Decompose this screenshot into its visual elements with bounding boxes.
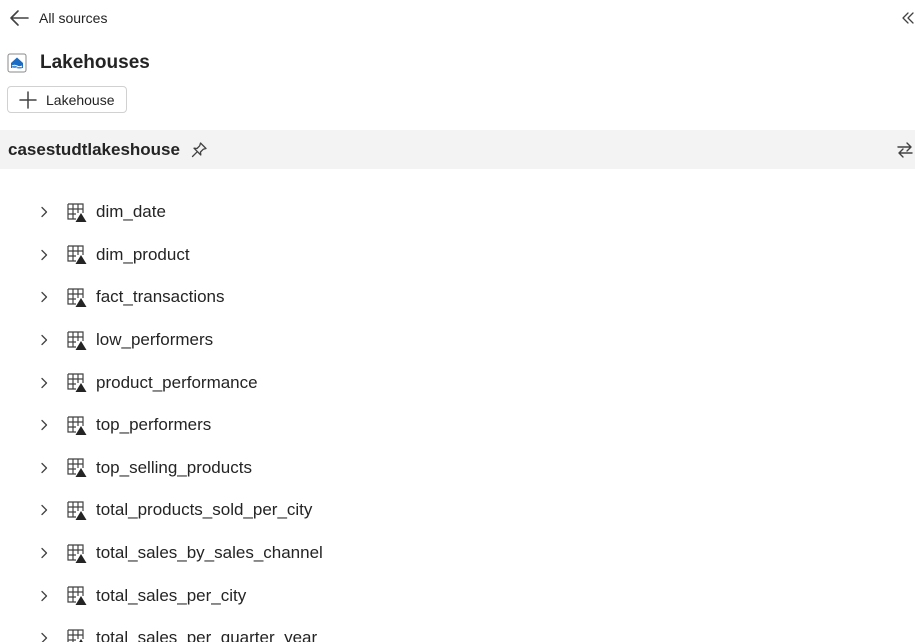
- delta-table-icon: [67, 416, 87, 435]
- collapse-pane-button[interactable]: [897, 8, 915, 28]
- table-name: dim_product: [96, 244, 190, 264]
- delta-table-icon: [67, 543, 87, 563]
- table-name: total_sales_by_sales_channel: [96, 543, 323, 563]
- table-row[interactable]: product_performance: [0, 361, 915, 404]
- explorer-pane: All sources Lakehouses Lakehouse casestu…: [0, 0, 915, 642]
- switch-arrows-icon[interactable]: [895, 140, 915, 160]
- table-row[interactable]: dim_date: [0, 191, 915, 234]
- table-name: product_performance: [96, 372, 258, 392]
- page-title: Lakehouses: [40, 52, 150, 73]
- table-row[interactable]: total_products_sold_per_city: [0, 489, 915, 532]
- arrow-left-icon: [10, 10, 29, 26]
- table-row[interactable]: top_selling_products: [0, 447, 915, 490]
- table-name: total_sales_per_quarter_year: [96, 628, 318, 642]
- all-sources-link[interactable]: All sources: [8, 6, 107, 30]
- table-row[interactable]: dim_product: [0, 234, 915, 277]
- all-sources-label: All sources: [39, 10, 108, 26]
- delta-table-icon: [67, 458, 87, 478]
- delta-table-icon: [67, 330, 87, 350]
- chevron-right-icon[interactable]: [38, 461, 50, 475]
- delta-table-icon: [67, 501, 87, 520]
- delta-table-icon: [67, 629, 84, 642]
- chevron-right-icon[interactable]: [38, 333, 50, 347]
- tables-tree: dim_date dim_product fact_transactions low_…: [0, 191, 915, 642]
- table-name: dim_date: [96, 202, 166, 222]
- chevron-right-icon[interactable]: [38, 418, 50, 432]
- chevron-right-icon[interactable]: [38, 290, 50, 304]
- table-row[interactable]: low_performers: [0, 319, 915, 362]
- table-name: low_performers: [96, 330, 214, 350]
- lakehouses-header: Lakehouses: [7, 51, 150, 75]
- lakehouse-name: casestudtlakeshouse: [8, 139, 180, 159]
- add-lakehouse-label: Lakehouse: [46, 91, 115, 108]
- table-row[interactable]: total_sales_per_quarter_year: [0, 617, 915, 642]
- chevron-right-icon[interactable]: [38, 546, 50, 560]
- table-name: top_selling_products: [96, 457, 252, 477]
- lakehouse-icon: [7, 53, 27, 73]
- chevron-right-icon[interactable]: [38, 205, 50, 219]
- chevron-right-icon[interactable]: [38, 376, 50, 390]
- table-row[interactable]: total_sales_per_city: [0, 574, 915, 617]
- lakehouse-bar: casestudtlakeshouse: [0, 130, 915, 169]
- delta-table-icon: [67, 245, 87, 265]
- add-lakehouse-button[interactable]: Lakehouse: [7, 86, 127, 113]
- table-row[interactable]: top_performers: [0, 404, 915, 447]
- double-chevron-left-icon: [902, 12, 914, 24]
- pin-icon[interactable]: [190, 141, 208, 159]
- table-name: fact_transactions: [96, 287, 225, 307]
- delta-table-icon: [67, 288, 87, 307]
- delta-table-icon: [67, 203, 87, 222]
- chevron-right-icon[interactable]: [38, 248, 50, 262]
- table-name: top_performers: [96, 415, 212, 435]
- table-row[interactable]: total_sales_by_sales_channel: [0, 532, 915, 575]
- table-name: total_sales_per_city: [96, 585, 247, 605]
- delta-table-icon: [67, 373, 87, 393]
- delta-table-icon: [67, 586, 87, 606]
- chevron-right-icon[interactable]: [38, 589, 50, 603]
- chevron-right-icon[interactable]: [38, 503, 50, 517]
- table-name: total_products_sold_per_city: [96, 500, 313, 520]
- chevron-right-icon[interactable]: [38, 631, 50, 642]
- plus-icon: [19, 90, 37, 109]
- table-row[interactable]: fact_transactions: [0, 276, 915, 319]
